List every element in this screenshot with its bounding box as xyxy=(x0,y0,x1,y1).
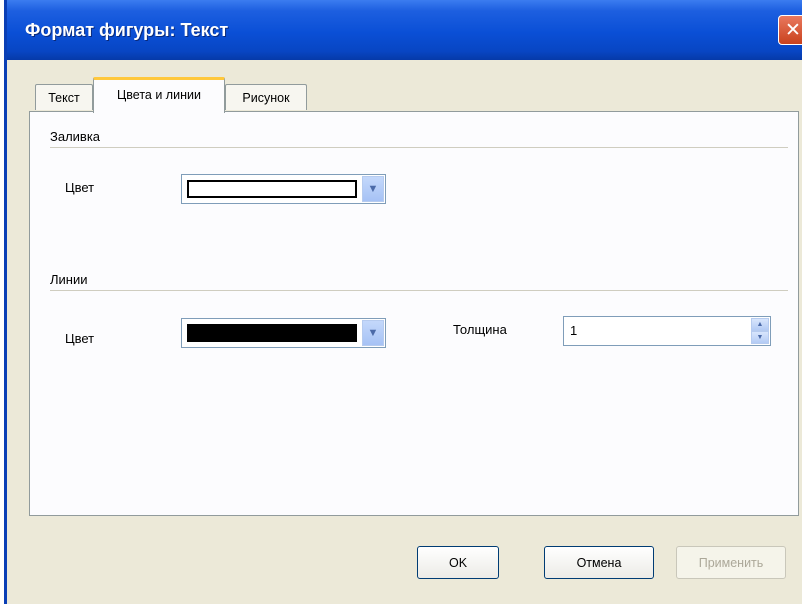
close-button[interactable]: ✕ xyxy=(778,15,802,45)
tab-panel-colors-and-lines: Заливка Цвет ▼ Линии Цвет ▼ Толщина 1 ▲ … xyxy=(29,111,799,516)
fill-separator xyxy=(50,147,788,148)
tab-picture-label: Рисунок xyxy=(242,90,290,105)
chevron-down-icon[interactable]: ▼ xyxy=(362,320,384,346)
spinner-buttons: ▲ ▼ xyxy=(751,318,769,344)
ok-button-label: OK xyxy=(448,555,468,570)
line-color-label: Цвет xyxy=(65,331,95,346)
fill-color-dropdown[interactable]: ▼ xyxy=(181,174,386,204)
dialog-title: Формат фигуры: Текст xyxy=(25,20,229,40)
fill-color-swatch xyxy=(187,180,357,198)
tab-picture[interactable]: Рисунок xyxy=(225,84,307,110)
cancel-button-label: Отмена xyxy=(576,555,622,570)
cancel-button[interactable]: Отмена xyxy=(544,546,654,579)
thickness-label: Толщина xyxy=(453,322,507,337)
tab-colors-and-lines[interactable]: Цвета и линии xyxy=(93,77,225,113)
lines-section-label: Линии xyxy=(50,272,88,287)
fill-section-label: Заливка xyxy=(50,129,101,144)
lines-separator xyxy=(50,290,788,291)
arrow-down-icon[interactable]: ▼ xyxy=(751,331,769,344)
arrow-up-icon[interactable]: ▲ xyxy=(751,318,769,331)
thickness-value[interactable]: 1 xyxy=(570,323,577,338)
ok-button[interactable]: OK xyxy=(417,546,499,579)
tab-text[interactable]: Текст xyxy=(35,84,93,110)
fill-color-label: Цвет xyxy=(65,180,95,195)
line-color-dropdown[interactable]: ▼ xyxy=(181,318,386,348)
chevron-down-icon[interactable]: ▼ xyxy=(362,176,384,202)
close-icon: ✕ xyxy=(785,19,801,41)
thickness-spinner[interactable]: 1 ▲ ▼ xyxy=(563,316,771,346)
tab-text-label: Текст xyxy=(48,90,80,105)
apply-button[interactable]: Применить xyxy=(676,546,786,579)
tab-colors-and-lines-label: Цвета и линии xyxy=(117,87,201,102)
title-bar[interactable]: Формат фигуры: Текст ✕ xyxy=(7,0,802,60)
dialog-window: Формат фигуры: Текст ✕ Текст Цвета и лин… xyxy=(4,0,802,604)
apply-button-label: Применить xyxy=(698,555,764,570)
line-color-swatch xyxy=(187,324,357,342)
